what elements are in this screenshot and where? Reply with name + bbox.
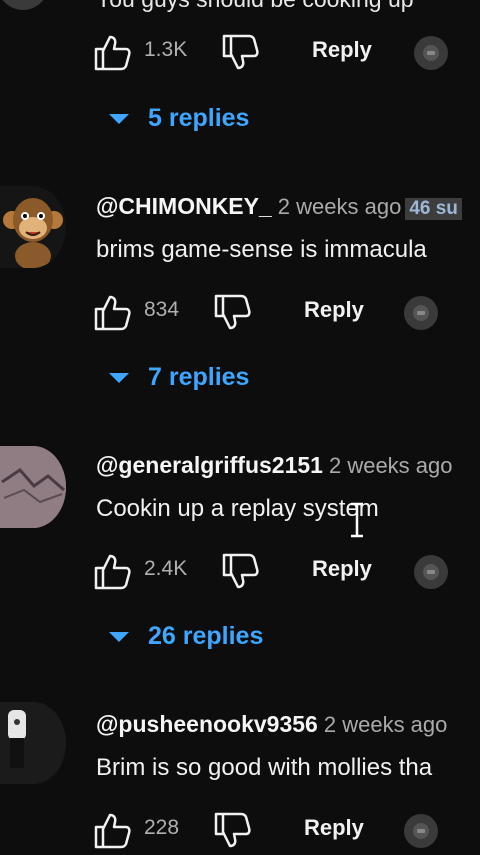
caret-down-icon — [108, 622, 130, 651]
comment-actions: 228 Reply — [92, 810, 480, 850]
comment-header: @pusheenookv9356 2 weeks ago — [96, 711, 447, 738]
comment-text: Brim is so good with mollies tha — [96, 754, 433, 781]
like-count: 228 — [144, 816, 180, 839]
thumbs-up-icon[interactable] — [92, 292, 132, 332]
comment-header: @CHIMONKEY_ 2 weeks ago 46 su — [96, 193, 462, 220]
text-cursor-icon — [348, 502, 366, 543]
comment-text: Cookin up a replay system — [96, 495, 379, 522]
thumbs-down-icon[interactable] — [212, 810, 252, 850]
thumbs-down-icon[interactable] — [212, 292, 252, 332]
comment-header: @generalgriffus2151 2 weeks ago — [96, 452, 453, 479]
comment-handle[interactable]: @generalgriffus2151 — [96, 452, 323, 478]
replies-label: 26 replies — [148, 621, 264, 650]
like-count: 834 — [144, 298, 180, 321]
creator-avatar-icon — [414, 36, 448, 70]
comment-time: 2 weeks ago — [323, 712, 448, 737]
comment-actions: 1.3K Reply — [92, 32, 480, 72]
like-count: 1.3K — [144, 38, 188, 61]
avatar[interactable] — [0, 446, 66, 528]
caret-down-icon — [108, 363, 130, 392]
replies-label: 5 replies — [148, 103, 250, 132]
creator-avatar-icon — [404, 814, 438, 848]
comment-time: 2 weeks ago — [277, 194, 402, 219]
comment-handle[interactable]: @CHIMONKEY_ — [96, 193, 272, 219]
replies-toggle[interactable]: 26 replies — [108, 619, 263, 653]
reply-button[interactable]: Reply — [312, 37, 372, 63]
caret-down-icon — [108, 104, 130, 133]
reply-button[interactable]: Reply — [312, 556, 372, 582]
comment-time: 2 weeks ago — [328, 453, 453, 478]
creator-avatar-icon — [404, 296, 438, 330]
thumbs-up-icon[interactable] — [92, 551, 132, 591]
creator-avatar-icon — [414, 555, 448, 589]
replies-toggle[interactable]: 5 replies — [108, 101, 249, 135]
comment-actions: 2.4K Reply — [92, 551, 480, 591]
comment-text: You guys should be cooking up — [96, 0, 414, 13]
reply-button[interactable]: Reply — [304, 297, 364, 323]
comment-handle[interactable]: @pusheenookv9356 — [96, 711, 318, 737]
replies-toggle[interactable]: 7 replies — [108, 360, 249, 394]
comment-actions: 834 Reply — [92, 292, 480, 332]
thumbs-down-icon[interactable] — [220, 32, 260, 72]
thumbs-up-icon[interactable] — [92, 32, 132, 72]
thumbs-down-icon[interactable] — [220, 551, 260, 591]
thumbs-up-icon[interactable] — [92, 810, 132, 850]
reply-button[interactable]: Reply — [304, 815, 364, 841]
avatar[interactable] — [0, 186, 66, 268]
avatar[interactable] — [0, 702, 66, 784]
comment-text: brims game-sense is immacula — [96, 236, 427, 263]
avatar[interactable] — [0, 0, 50, 10]
status-badge: 46 su — [405, 198, 462, 220]
like-count: 2.4K — [144, 557, 188, 580]
replies-label: 7 replies — [148, 362, 250, 391]
